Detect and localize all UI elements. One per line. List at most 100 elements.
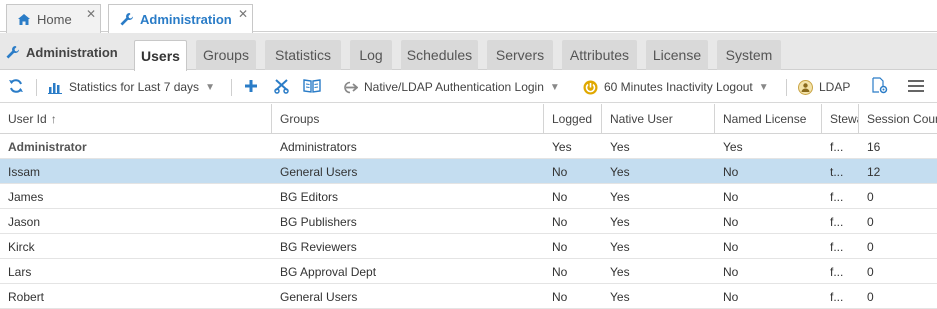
table-row[interactable]: Administrator Administrators Yes Yes Yes f...… — [0, 134, 937, 159]
cell-logged: No — [552, 289, 568, 304]
cell-user-id: Lars — [8, 264, 32, 279]
cell-named-license: No — [723, 264, 739, 279]
cell-groups: BG Publishers — [280, 214, 357, 229]
statistics-period-dropdown[interactable]: Statistics for Last 7 days ▼ — [48, 71, 215, 103]
cell-named-license: No — [723, 189, 739, 204]
cell-logged: No — [552, 164, 568, 179]
home-icon — [17, 13, 31, 26]
column-header-groups[interactable]: Groups — [272, 104, 544, 134]
inactivity-logout-dropdown[interactable]: 60 Minutes Inactivity Logout ▼ — [583, 71, 769, 103]
toolbar-separator — [36, 79, 37, 96]
ldap-label: LDAP — [819, 80, 851, 94]
add-user-button[interactable] — [244, 71, 258, 103]
cell-user-id: Administrator — [8, 139, 87, 154]
cell-groups: General Users — [280, 289, 358, 304]
cell-steward: f... — [830, 289, 844, 304]
sort-ascending-icon: ↑ — [50, 112, 57, 126]
inactivity-logout-label: 60 Minutes Inactivity Logout — [604, 80, 753, 94]
authentication-mode-dropdown[interactable]: Native/LDAP Authentication Login ▼ — [341, 71, 560, 103]
book-icon — [303, 78, 321, 96]
tab-home[interactable]: Home ✕ — [6, 4, 101, 33]
column-header-session-count[interactable]: Session Count — [859, 104, 937, 134]
open-book-button[interactable] — [303, 71, 321, 103]
refresh-button[interactable] — [8, 71, 24, 103]
cell-native-user: Yes — [610, 264, 630, 279]
cell-groups: General Users — [280, 164, 358, 179]
section-title: Administration — [5, 45, 118, 60]
delete-user-button[interactable] — [274, 71, 290, 103]
document-tab-bar: Home ✕ Administration ✕ — [0, 0, 937, 34]
close-icon[interactable]: ✕ — [238, 7, 248, 21]
cell-native-user: Yes — [610, 239, 630, 254]
column-menu-button[interactable] — [908, 71, 924, 103]
cell-named-license: No — [723, 214, 739, 229]
cell-groups: BG Editors — [280, 189, 339, 204]
cell-steward: f... — [830, 214, 844, 229]
user-icon — [798, 79, 813, 95]
chevron-down-icon: ▼ — [205, 81, 215, 93]
document-gear-icon — [871, 77, 888, 97]
cell-native-user: Yes — [610, 214, 630, 229]
tab-statistics[interactable]: Statistics — [265, 40, 341, 70]
column-header-label: User Id — [8, 112, 47, 126]
menu-icon — [908, 79, 924, 96]
cell-steward: f... — [830, 239, 844, 254]
tab-administration[interactable]: Administration ✕ — [108, 4, 253, 34]
table-row[interactable]: Robert General Users No Yes No f... 0 — [0, 284, 937, 309]
cell-session-count: 12 — [867, 164, 881, 179]
ldap-button[interactable]: LDAP — [798, 71, 850, 103]
cell-logged: No — [552, 239, 568, 254]
cell-native-user: Yes — [610, 289, 630, 304]
table-row[interactable]: Kirck BG Reviewers No Yes No f... 0 — [0, 234, 937, 259]
table-row[interactable]: James BG Editors No Yes No f... 0 — [0, 184, 937, 209]
user-settings-button[interactable] — [871, 71, 888, 103]
tab-servers[interactable]: Servers — [487, 40, 553, 70]
cell-native-user: Yes — [610, 189, 630, 204]
wrench-icon — [119, 12, 134, 27]
cell-steward: f... — [830, 189, 844, 204]
tab-system[interactable]: System — [717, 40, 781, 70]
login-arrow-icon — [341, 81, 358, 94]
chevron-down-icon: ▼ — [758, 81, 769, 93]
tab-attributes[interactable]: Attributes — [562, 40, 637, 70]
column-header-native-user[interactable]: Native User — [602, 104, 715, 134]
column-header-named-license[interactable]: Named License — [715, 104, 822, 134]
cell-session-count: 0 — [867, 239, 874, 254]
cell-logged: No — [552, 214, 568, 229]
cell-groups: BG Approval Dept — [280, 264, 377, 279]
bar-chart-icon — [48, 81, 62, 94]
chevron-down-icon: ▼ — [549, 81, 560, 93]
table-row[interactable]: Jason BG Publishers No Yes No f... 0 — [0, 209, 937, 234]
tab-groups[interactable]: Groups — [196, 40, 256, 70]
cell-user-id: James — [8, 189, 44, 204]
column-header-logged[interactable]: Logged — [544, 104, 602, 134]
table-row[interactable]: Lars BG Approval Dept No Yes No f... 0 — [0, 259, 937, 284]
tab-users[interactable]: Users — [134, 40, 187, 71]
authentication-mode-label: Native/LDAP Authentication Login — [364, 80, 544, 94]
power-icon — [583, 80, 598, 95]
cell-session-count: 0 — [867, 264, 874, 279]
cell-logged: No — [552, 264, 568, 279]
tab-license[interactable]: License — [646, 40, 708, 70]
cell-session-count: 0 — [867, 189, 874, 204]
cell-named-license: No — [723, 289, 739, 304]
users-table-header: User Id ↑ Groups Logged Native User Name… — [0, 104, 937, 134]
admin-sub-tab-bar: Administration Users Groups Statistics L… — [0, 33, 937, 71]
toolbar-separator — [231, 79, 232, 96]
tab-log[interactable]: Log — [350, 40, 392, 70]
toolbar-separator — [786, 79, 787, 96]
cell-user-id: Kirck — [8, 239, 35, 254]
tab-schedules[interactable]: Schedules — [401, 40, 478, 70]
close-icon[interactable]: ✕ — [86, 7, 96, 21]
section-title-label: Administration — [26, 45, 118, 60]
cell-session-count: 16 — [867, 139, 881, 154]
cell-groups: BG Reviewers — [280, 239, 357, 254]
column-header-steward[interactable]: Steward — [822, 104, 859, 134]
column-header-user-id[interactable]: User Id ↑ — [0, 104, 272, 134]
cell-logged: Yes — [552, 139, 572, 154]
table-row[interactable]: Issam General Users No Yes No t... 12 — [0, 159, 937, 184]
cell-session-count: 0 — [867, 214, 874, 229]
tab-administration-label: Administration — [140, 12, 232, 27]
cell-native-user: Yes — [610, 164, 630, 179]
plus-icon — [244, 79, 258, 96]
